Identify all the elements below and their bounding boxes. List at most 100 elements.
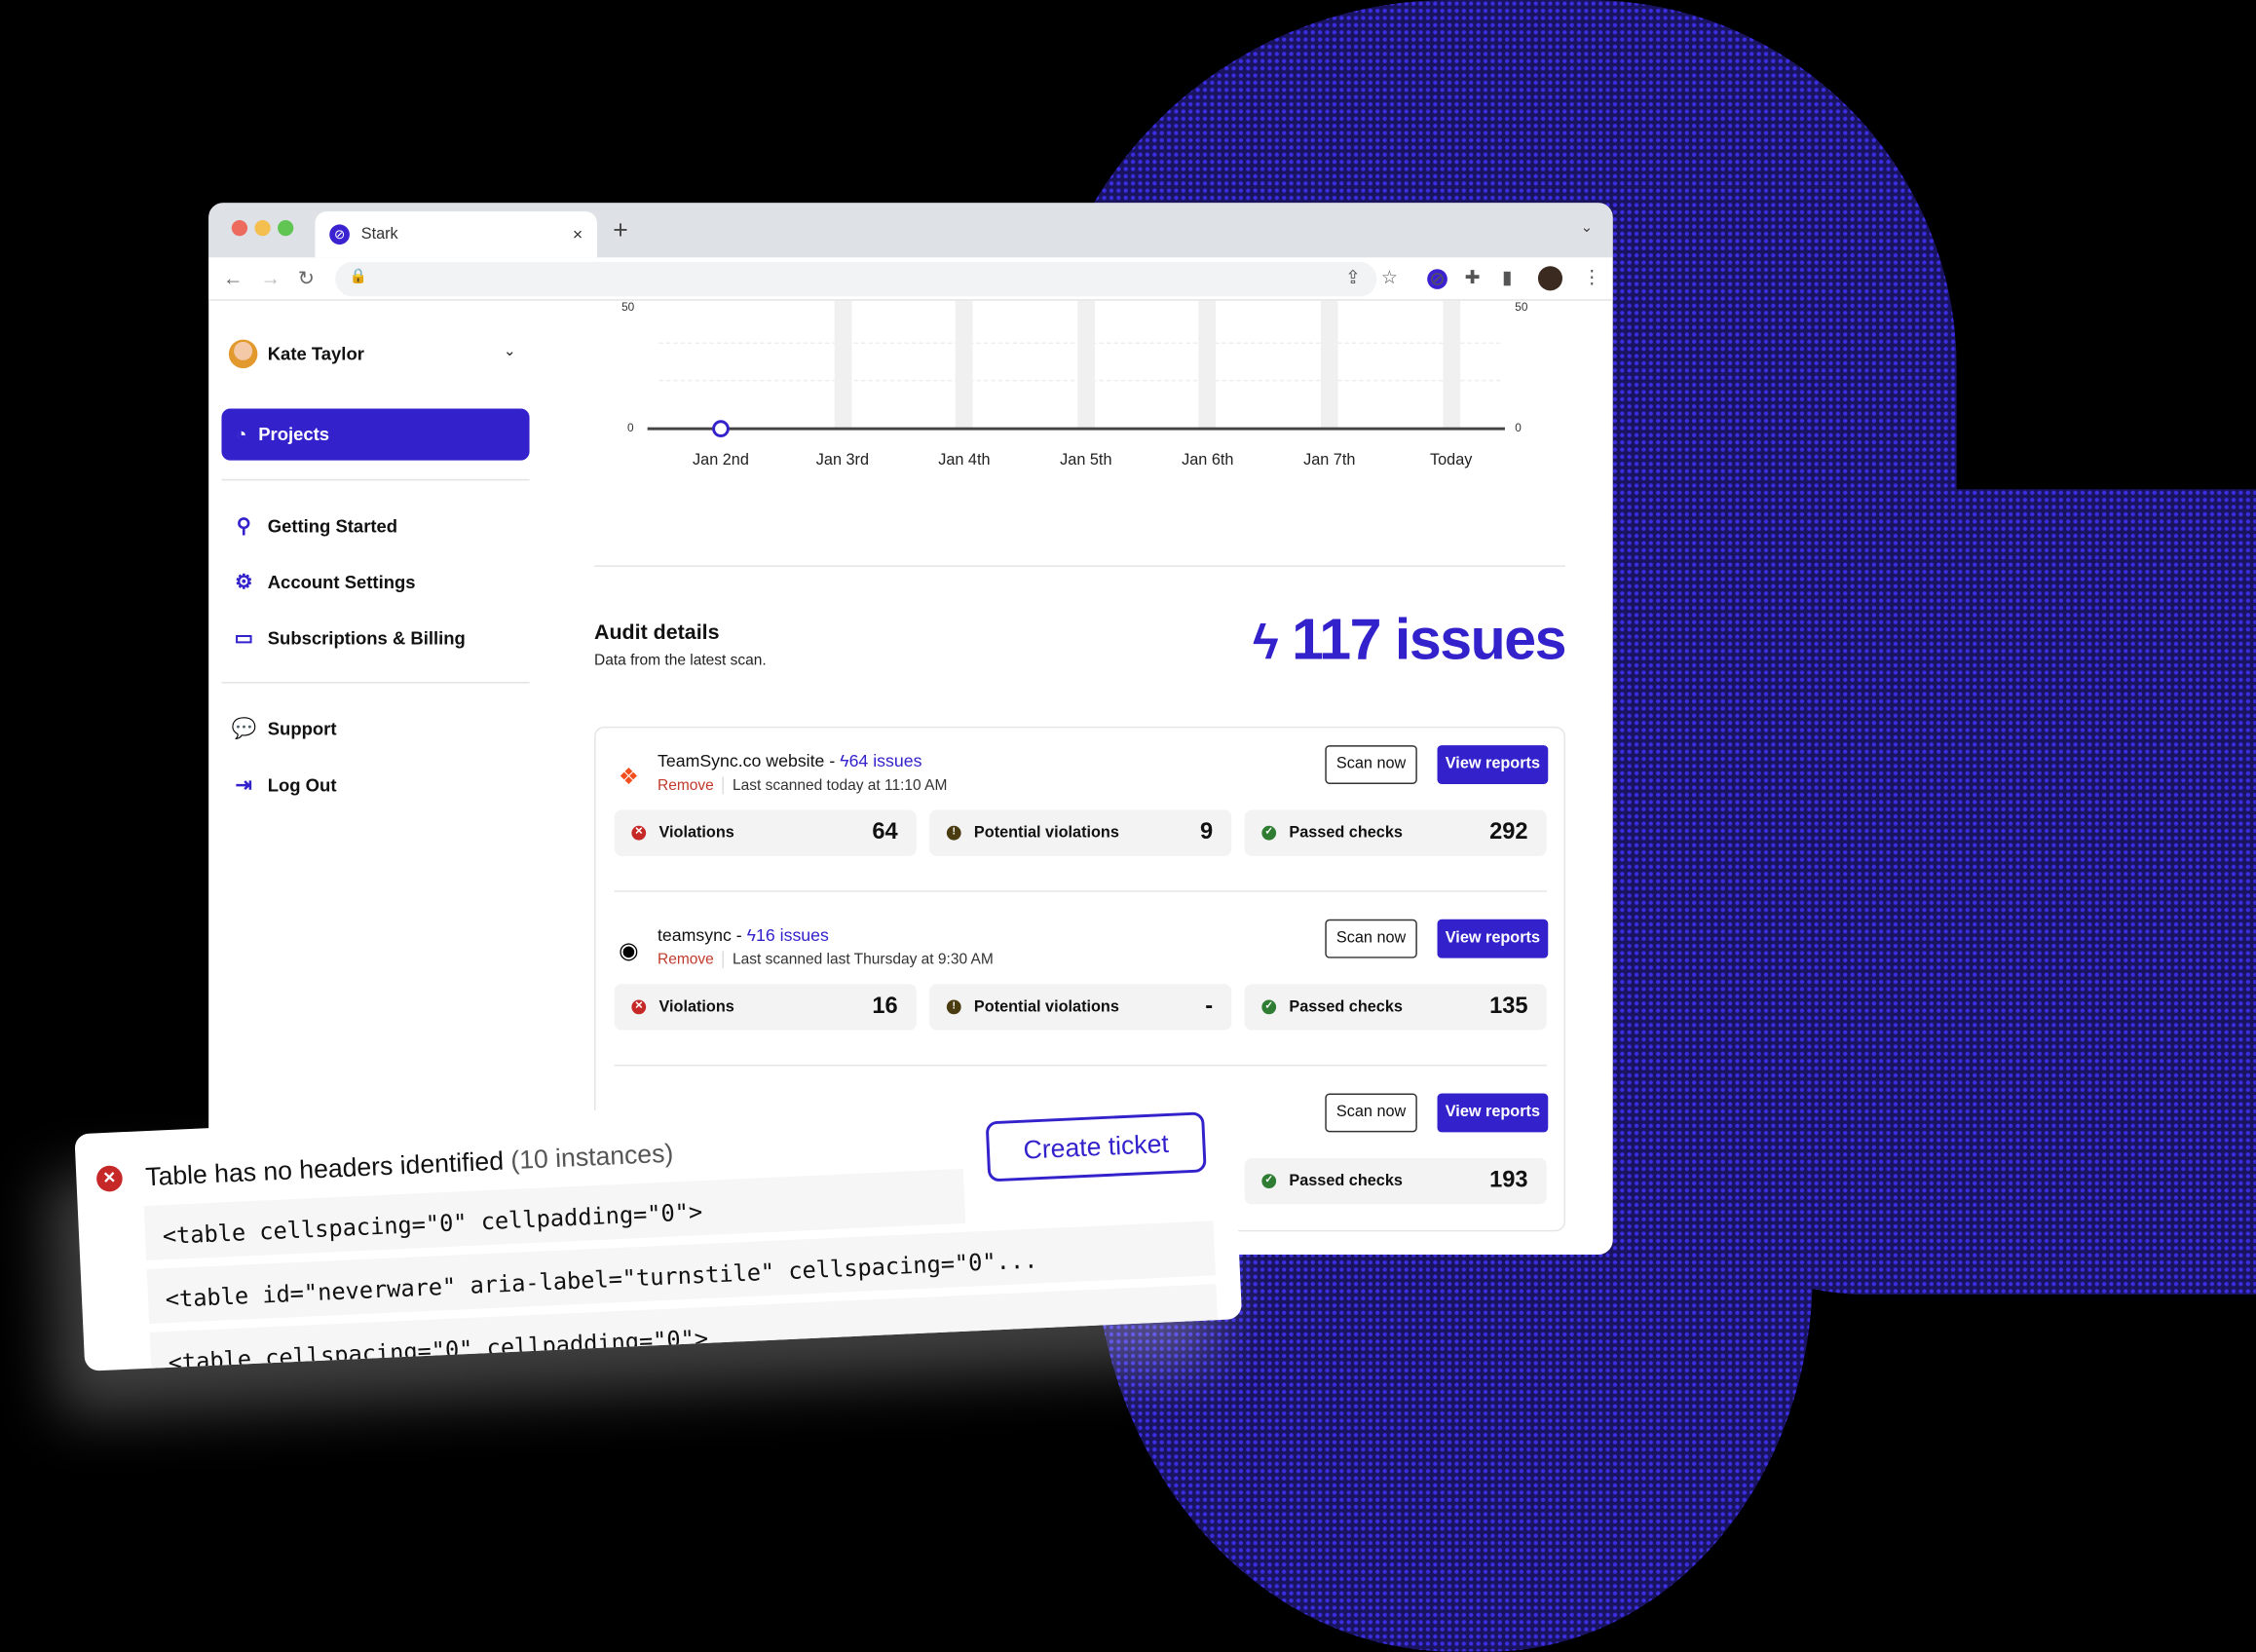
back-icon[interactable]: ← — [223, 266, 244, 289]
sidebar-item-label: Account Settings — [267, 572, 416, 592]
stat-value: 16 — [872, 994, 898, 1019]
total-issues: ϟ 117 issues — [1253, 609, 1566, 673]
data-point[interactable] — [712, 420, 730, 438]
chart-bar-background — [1198, 300, 1217, 430]
tab-title: Stark — [360, 225, 398, 244]
x-tick-label: Jan 5th — [1060, 451, 1112, 469]
stat-value: - — [1205, 994, 1214, 1019]
sidebar-item-subscriptions-billing[interactable]: ▭ Subscriptions & Billing — [232, 625, 466, 650]
user-menu[interactable]: Kate Taylor — [228, 339, 364, 369]
check-icon: ✓ — [1261, 999, 1277, 1015]
y-tick-label: 50 — [1515, 300, 1528, 314]
divider — [221, 682, 530, 684]
view-reports-button[interactable]: View reports — [1437, 745, 1549, 784]
project-title: TeamSync.co website - ϟ64 issues — [657, 750, 922, 771]
scan-now-button[interactable]: Scan now — [1325, 919, 1417, 958]
stark-favicon-icon: ⊘ — [329, 224, 350, 245]
sidebar-item-log-out[interactable]: ⇥ Log Out — [232, 772, 337, 797]
bookmark-star-icon[interactable]: ☆ — [1381, 266, 1398, 289]
violations-stat: ✕ Violations 64 — [614, 809, 917, 856]
dashboard-gauge-icon: ◔ — [236, 424, 247, 445]
remove-link[interactable]: Remove — [657, 776, 725, 795]
sidebar-item-getting-started[interactable]: ⚲ Getting Started — [232, 513, 397, 538]
sidebar: Kate Taylor ⌄ ◔ Projects ⚲ Getting Starte… — [208, 301, 561, 1255]
instance-count: (10 instances) — [509, 1139, 674, 1176]
passed-checks-stat: ✓ Passed checks 193 — [1244, 1157, 1547, 1205]
stat-label: Violations — [658, 998, 734, 1016]
issues-link[interactable]: ϟ64 issues — [840, 751, 921, 771]
stat-label: Violations — [658, 824, 734, 843]
reload-icon[interactable]: ↻ — [298, 266, 315, 290]
sidebar-item-projects[interactable]: ◔ Projects — [221, 408, 530, 461]
divider — [594, 565, 1565, 567]
y-tick-label: 0 — [1515, 421, 1522, 435]
issues-link[interactable]: ϟ16 issues — [747, 925, 829, 946]
potential-violations-stat: ! Potential violations - — [929, 984, 1232, 1031]
sidebar-item-account-settings[interactable]: ⚙ Account Settings — [232, 569, 416, 594]
create-ticket-button[interactable]: Create ticket — [985, 1111, 1207, 1183]
maximize-window-button[interactable] — [278, 219, 294, 237]
close-tab-icon[interactable]: × — [573, 224, 583, 244]
stat-label: Potential violations — [973, 998, 1119, 1016]
view-reports-button[interactable]: View reports — [1437, 1093, 1549, 1133]
project-title: teamsync - ϟ16 issues — [657, 924, 829, 946]
sidebar-item-support[interactable]: 💬 Support — [232, 717, 337, 741]
sidebar-item-label: Subscriptions & Billing — [267, 627, 466, 649]
tab-stark[interactable]: ⊘ Stark × — [315, 211, 597, 258]
address-bar[interactable]: 🔒 — [335, 261, 1377, 297]
x-tick-label: Today — [1429, 451, 1473, 469]
project-name: teamsync — [657, 924, 732, 946]
last-scanned: Last scanned last Thursday at 9:30 AM — [732, 951, 994, 969]
divider — [221, 478, 530, 481]
chat-bubble-icon: 💬 — [231, 716, 257, 740]
chart-bar-background — [834, 300, 851, 430]
scan-now-button[interactable]: Scan now — [1325, 745, 1417, 784]
extensions-puzzle-icon[interactable]: ✚ — [1465, 266, 1481, 289]
audit-details-heading: Audit details — [594, 621, 720, 645]
x-tick-label: Jan 3rd — [815, 451, 870, 469]
new-tab-button[interactable]: + — [613, 216, 628, 246]
remove-link[interactable]: Remove — [657, 951, 725, 969]
x-tick-label: Jan 7th — [1303, 451, 1356, 469]
check-icon: ✓ — [1261, 825, 1277, 841]
lock-icon: 🔒 — [349, 269, 368, 285]
chart-bar-background — [1320, 300, 1338, 430]
chevron-down-icon[interactable]: ⌄ — [1581, 220, 1593, 236]
sidebar-item-label: Getting Started — [267, 515, 398, 537]
issues-count: 64 issues — [848, 750, 922, 771]
x-tick-label: Jan 4th — [938, 451, 991, 469]
view-reports-button[interactable]: View reports — [1437, 919, 1549, 958]
more-menu-icon[interactable]: ⋮ — [1583, 266, 1601, 289]
sidebar-item-label: Support — [267, 718, 337, 739]
github-logo-icon: ◉ — [619, 939, 639, 964]
issues-count: 16 issues — [756, 924, 829, 946]
chevron-down-icon[interactable]: ⌄ — [504, 344, 515, 359]
gear-icon: ⚙ — [235, 569, 253, 593]
tab-bar: ⊘ Stark × + ⌄ — [208, 203, 1613, 258]
y-tick-label: 50 — [621, 300, 635, 314]
warning-icon: ! — [946, 999, 961, 1015]
forward-icon[interactable]: → — [260, 266, 281, 289]
error-icon: ✕ — [95, 1165, 124, 1192]
chart-bar-background — [1442, 300, 1460, 430]
share-icon[interactable]: ⇪ — [1345, 266, 1361, 289]
divider — [614, 890, 1547, 892]
passed-checks-stat: ✓ Passed checks 292 — [1244, 809, 1547, 856]
stat-value: 64 — [872, 819, 898, 845]
scan-now-button[interactable]: Scan now — [1325, 1093, 1417, 1133]
profile-avatar-icon[interactable] — [1537, 266, 1563, 291]
logout-icon: ⇥ — [235, 772, 253, 796]
sidebar-item-label: Log Out — [267, 774, 337, 796]
stat-value: 193 — [1489, 1168, 1528, 1193]
issues-chart: 50 0 50 0 Jan 2nd Jan 3rd Jan 4th Jan 5th Ja… — [594, 300, 1565, 488]
minimize-window-button[interactable] — [254, 219, 271, 237]
divider — [614, 1064, 1547, 1067]
stark-extension-icon[interactable]: ⊘ — [1427, 268, 1448, 289]
x-tick-label: Jan 6th — [1182, 451, 1234, 469]
stat-value: 292 — [1489, 819, 1528, 845]
x-axis-line — [647, 427, 1505, 431]
project-name: TeamSync.co website — [657, 750, 825, 771]
side-panel-icon[interactable]: ▮ — [1502, 266, 1513, 289]
close-window-button[interactable] — [231, 219, 248, 237]
stat-label: Passed checks — [1289, 1172, 1403, 1190]
